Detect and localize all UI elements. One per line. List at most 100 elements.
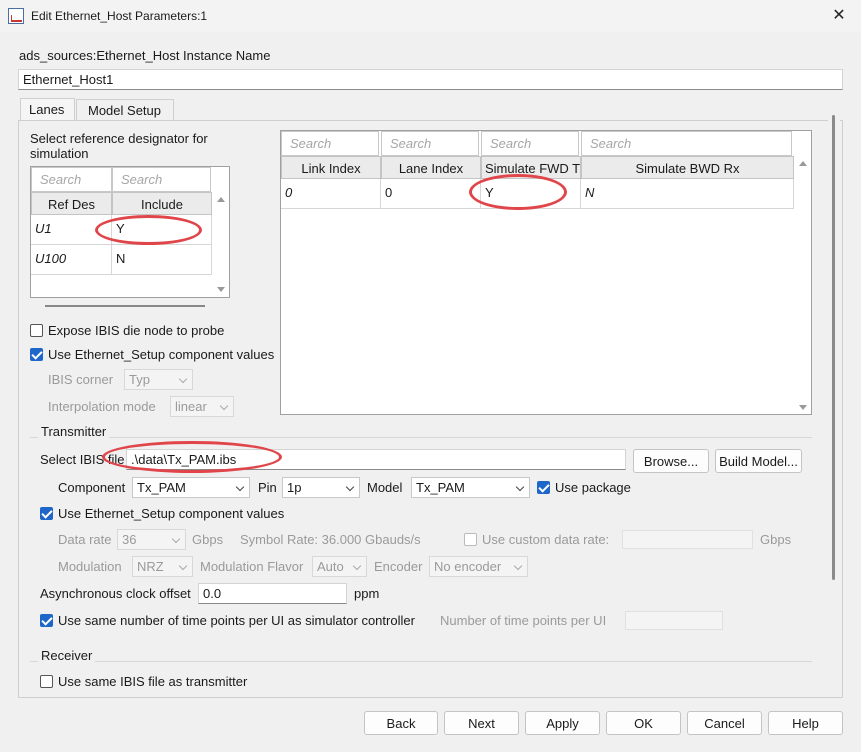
data-rate-select[interactable]: 36: [117, 529, 186, 550]
receiver-group-label: Receiver: [38, 648, 96, 663]
data-rate-unit: Gbps: [192, 532, 224, 547]
ok-button[interactable]: OK: [606, 711, 681, 735]
async-offset-label: Asynchronous clock offset: [40, 586, 191, 601]
modulation-select[interactable]: NRZ: [132, 556, 193, 577]
lanes-row-link[interactable]: 0: [281, 179, 381, 209]
ibis-file-input[interactable]: .\data\Tx_PAM.ibs: [126, 449, 626, 470]
scroll-down-icon[interactable]: [217, 287, 225, 292]
app-icon: [8, 8, 24, 24]
async-offset-unit: ppm: [354, 586, 380, 601]
ibis-file-label: Select IBIS file: [40, 452, 125, 467]
lanes-col-fwd[interactable]: Simulate FWD Tx: [481, 156, 581, 179]
encoder-select[interactable]: No encoder: [429, 556, 528, 577]
chevron-down-icon: [219, 401, 229, 411]
num-points-input[interactable]: [625, 611, 723, 630]
expose-probe-checkbox[interactable]: [30, 324, 43, 337]
same-points-checkbox[interactable]: [40, 614, 53, 627]
refdes-hscroll-thumb[interactable]: [45, 305, 205, 307]
lanes-search-fwd[interactable]: Search: [481, 131, 579, 156]
chevron-down-icon: [513, 561, 523, 571]
refdes-row-ref[interactable]: U1: [31, 215, 112, 245]
use-package-label: Use package: [555, 480, 631, 495]
tab-model-setup[interactable]: Model Setup: [76, 99, 174, 121]
chevron-down-icon: [171, 534, 181, 544]
num-points-label: Number of time points per UI: [440, 613, 607, 628]
lanes-search-bwd[interactable]: Search: [581, 131, 792, 156]
lanes-col-bwd[interactable]: Simulate BWD Rx: [581, 156, 794, 179]
lanes-row-lane[interactable]: 0: [381, 179, 481, 209]
ibis-corner-select[interactable]: Typ: [124, 369, 193, 390]
use-setup-label: Use Ethernet_Setup component values: [48, 347, 275, 362]
scroll-down-icon[interactable]: [799, 405, 807, 410]
cancel-button[interactable]: Cancel: [687, 711, 762, 735]
back-button[interactable]: Back: [364, 711, 438, 735]
scroll-up-icon[interactable]: [217, 197, 225, 202]
same-points-label: Use same number of time points per UI as…: [58, 613, 415, 628]
receiver-group-line: [30, 661, 812, 662]
model-label: Model: [367, 480, 403, 495]
modulation-flavor-value: Auto: [317, 559, 344, 574]
chevron-down-icon: [515, 482, 525, 492]
pin-value: 1p: [287, 480, 302, 495]
apply-button[interactable]: Apply: [525, 711, 600, 735]
data-rate-label: Data rate: [58, 532, 112, 547]
chevron-down-icon: [178, 561, 188, 571]
refdes-row-ref[interactable]: U100: [31, 245, 112, 275]
interp-mode-value: linear: [175, 399, 207, 414]
lanes-col-link[interactable]: Link Index: [281, 156, 381, 179]
refdes-row-include[interactable]: Y: [112, 215, 212, 245]
chevron-down-icon: [235, 482, 245, 492]
async-offset-input[interactable]: 0.0: [198, 583, 347, 604]
build-model-button[interactable]: Build Model...: [715, 449, 802, 473]
chevron-down-icon: [178, 374, 188, 384]
scroll-up-icon[interactable]: [799, 161, 807, 166]
custom-rate-label: Use custom data rate:: [482, 532, 610, 547]
modulation-flavor-select[interactable]: Auto: [312, 556, 367, 577]
symbol-rate-text: Symbol Rate: 36.000 Gbauds/s: [240, 532, 421, 547]
data-rate-value: 36: [122, 532, 137, 547]
model-select[interactable]: Tx_PAM: [411, 477, 530, 498]
panel-scroll-thumb[interactable]: [832, 115, 835, 580]
transmitter-group-line: [30, 437, 812, 438]
component-select[interactable]: Tx_PAM: [132, 477, 250, 498]
transmitter-group-label: Transmitter: [38, 424, 110, 439]
component-label: Component: [58, 480, 126, 495]
pin-label: Pin: [258, 480, 277, 495]
lanes-search-link[interactable]: Search: [281, 131, 379, 156]
custom-rate-input[interactable]: [622, 530, 753, 549]
expose-probe-label: Expose IBIS die node to probe: [48, 323, 225, 338]
refdes-search-ref[interactable]: Search: [31, 167, 112, 192]
help-button[interactable]: Help: [768, 711, 843, 735]
tx-use-setup-checkbox[interactable]: [40, 507, 53, 520]
browse-button[interactable]: Browse...: [633, 449, 709, 473]
interp-mode-select[interactable]: linear: [170, 396, 234, 417]
refdes-col-ref[interactable]: Ref Des: [31, 192, 112, 215]
window-title: Edit Ethernet_Host Parameters:1: [31, 9, 208, 23]
lanes-row-bwd[interactable]: N: [581, 179, 794, 209]
lanes-search-lane[interactable]: Search: [381, 131, 479, 156]
next-button[interactable]: Next: [444, 711, 519, 735]
custom-rate-checkbox[interactable]: [464, 533, 477, 546]
lanes-row-fwd[interactable]: Y: [481, 179, 581, 209]
model-value: Tx_PAM: [416, 480, 465, 495]
pin-select[interactable]: 1p: [282, 477, 360, 498]
lanes-col-lane[interactable]: Lane Index: [381, 156, 481, 179]
same-ibis-checkbox[interactable]: [40, 675, 53, 688]
use-package-checkbox[interactable]: [537, 481, 550, 494]
tab-lanes[interactable]: Lanes: [20, 98, 75, 121]
close-icon[interactable]: ✕: [826, 4, 852, 28]
refdes-col-include[interactable]: Include: [112, 192, 212, 215]
custom-rate-unit: Gbps: [760, 532, 792, 547]
use-setup-checkbox[interactable]: [30, 348, 43, 361]
ibis-corner-label: IBIS corner: [48, 372, 114, 387]
panel-scrollbar[interactable]: [828, 111, 840, 691]
component-value: Tx_PAM: [137, 480, 186, 495]
instance-name-input[interactable]: Ethernet_Host1: [18, 69, 843, 90]
encoder-value: No encoder: [434, 559, 502, 574]
modulation-label: Modulation: [58, 559, 122, 574]
refdes-search-include[interactable]: Search: [112, 167, 211, 192]
chevron-down-icon: [352, 561, 362, 571]
same-ibis-label: Use same IBIS file as transmitter: [58, 674, 248, 689]
refdes-row-include[interactable]: N: [112, 245, 212, 275]
refdes-label: Select reference designator for simulati…: [30, 131, 208, 161]
